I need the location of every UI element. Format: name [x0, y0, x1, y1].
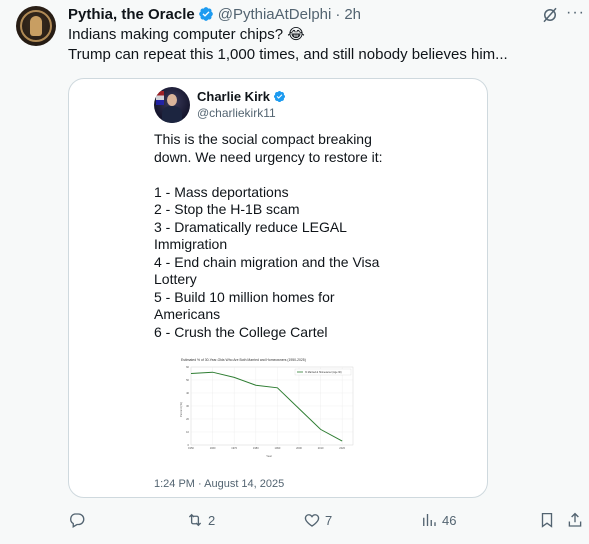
- x-tick-label: 1970: [231, 446, 237, 450]
- quoted-list-line: 6 - Crush the College Cartel: [154, 323, 328, 340]
- quoted-list-line: Immigration: [154, 236, 228, 252]
- repost-count: 2: [208, 512, 216, 528]
- x-tick-label: 1950: [188, 446, 194, 450]
- action-bar: 2 7 46: [0, 508, 589, 532]
- quoted-list-line: 3 - Dramatically reduce LEGAL: [154, 218, 347, 235]
- quoted-intro-line: This is the social compact breaking: [154, 131, 372, 147]
- tweet-line-2: Trump can repeat this 1,000 times, and s…: [68, 46, 508, 63]
- verified-badge-icon: [273, 90, 286, 103]
- y-tick-label: 40: [186, 391, 189, 395]
- views-icon: [423, 514, 436, 526]
- avatar[interactable]: [16, 6, 56, 46]
- author-name[interactable]: Pythia, the Oracle: [68, 6, 195, 23]
- y-tick-label: 50: [186, 378, 189, 382]
- x-tick-label: 2010: [318, 446, 324, 450]
- tweet-text: Indians making computer chips? 😂 Trump c…: [68, 25, 578, 65]
- chart-ylabel: Percent (%): [179, 402, 183, 417]
- quoted-intro-line: down. We need urgency to restore it:: [154, 148, 383, 165]
- y-tick-label: 20: [186, 417, 189, 421]
- quoted-author-handle: @charliekirk11: [197, 106, 276, 120]
- like-button[interactable]: 7: [303, 508, 332, 532]
- view-count: 46: [442, 512, 457, 528]
- share-button[interactable]: [566, 508, 584, 532]
- verified-badge-icon: [198, 7, 213, 21]
- quoted-media-card[interactable]: Charlie Kirk @charliekirk11 This is the …: [68, 78, 488, 498]
- x-tick-label: 1960: [210, 446, 216, 450]
- author-handle[interactable]: @PythiaAtDelphi: [218, 6, 332, 23]
- quoted-avatar: [154, 87, 190, 123]
- x-tick-label: 2000: [296, 446, 302, 450]
- chart-legend: % Married & Homeowner (Age 30): [294, 368, 352, 376]
- bookmark-icon: [541, 512, 553, 528]
- reply-icon: [70, 513, 85, 528]
- quoted-author-name: Charlie Kirk: [197, 89, 290, 104]
- quoted-list-line: 5 - Build 10 million homes for: [154, 288, 335, 305]
- x-tick-label: 1980: [253, 446, 259, 450]
- chart-title: Estimated % of 30-Year-Olds Who Are Both…: [181, 358, 306, 362]
- chart-svg: Estimated % of 30-Year-Olds Who Are Both…: [179, 358, 354, 458]
- share-icon: [568, 512, 582, 527]
- repost-icon: [188, 513, 202, 527]
- y-tick-label: 60: [186, 365, 189, 369]
- tweet-header: Pythia, the Oracle @PythiaAtDelphi · 2h: [68, 4, 361, 24]
- y-tick-label: 30: [186, 404, 189, 408]
- x-tick-label: 2020: [339, 446, 345, 450]
- quoted-timestamp: 1:24 PM · August 14, 2025: [154, 478, 285, 490]
- grok-icon[interactable]: [541, 6, 559, 24]
- quoted-list-line: Americans: [154, 306, 221, 322]
- quoted-list-line: Lottery: [154, 271, 197, 287]
- like-count: 7: [325, 512, 333, 528]
- like-icon: [304, 514, 320, 527]
- bookmark-button[interactable]: [538, 508, 556, 532]
- more-icon[interactable]: ···: [566, 5, 584, 24]
- separator: ·: [335, 5, 341, 23]
- reply-button[interactable]: [68, 508, 90, 532]
- embedded-line-chart: Estimated % of 30-Year-Olds Who Are Both…: [177, 355, 361, 459]
- views-button[interactable]: 46: [420, 508, 456, 532]
- post-time[interactable]: 2h: [344, 6, 361, 23]
- tweet[interactable]: Pythia, the Oracle @PythiaAtDelphi · 2h …: [0, 0, 589, 544]
- repost-button[interactable]: 2: [186, 508, 215, 532]
- y-tick-label: 10: [186, 430, 189, 434]
- x-tick-label: 1990: [275, 446, 281, 450]
- chart-xlabel: Year: [266, 454, 272, 458]
- quoted-list-line: 1 - Mass deportations: [154, 183, 289, 200]
- quoted-list-line: 4 - End chain migration and the Visa: [154, 253, 380, 270]
- quoted-list-line: 2 - Stop the H-1B scam: [154, 201, 300, 217]
- quoted-text: This is the social compact breaking down…: [154, 131, 474, 341]
- legend-label: % Married & Homeowner (Age 30): [305, 371, 342, 374]
- tweet-line-1: Indians making computer chips? 😂: [68, 26, 305, 43]
